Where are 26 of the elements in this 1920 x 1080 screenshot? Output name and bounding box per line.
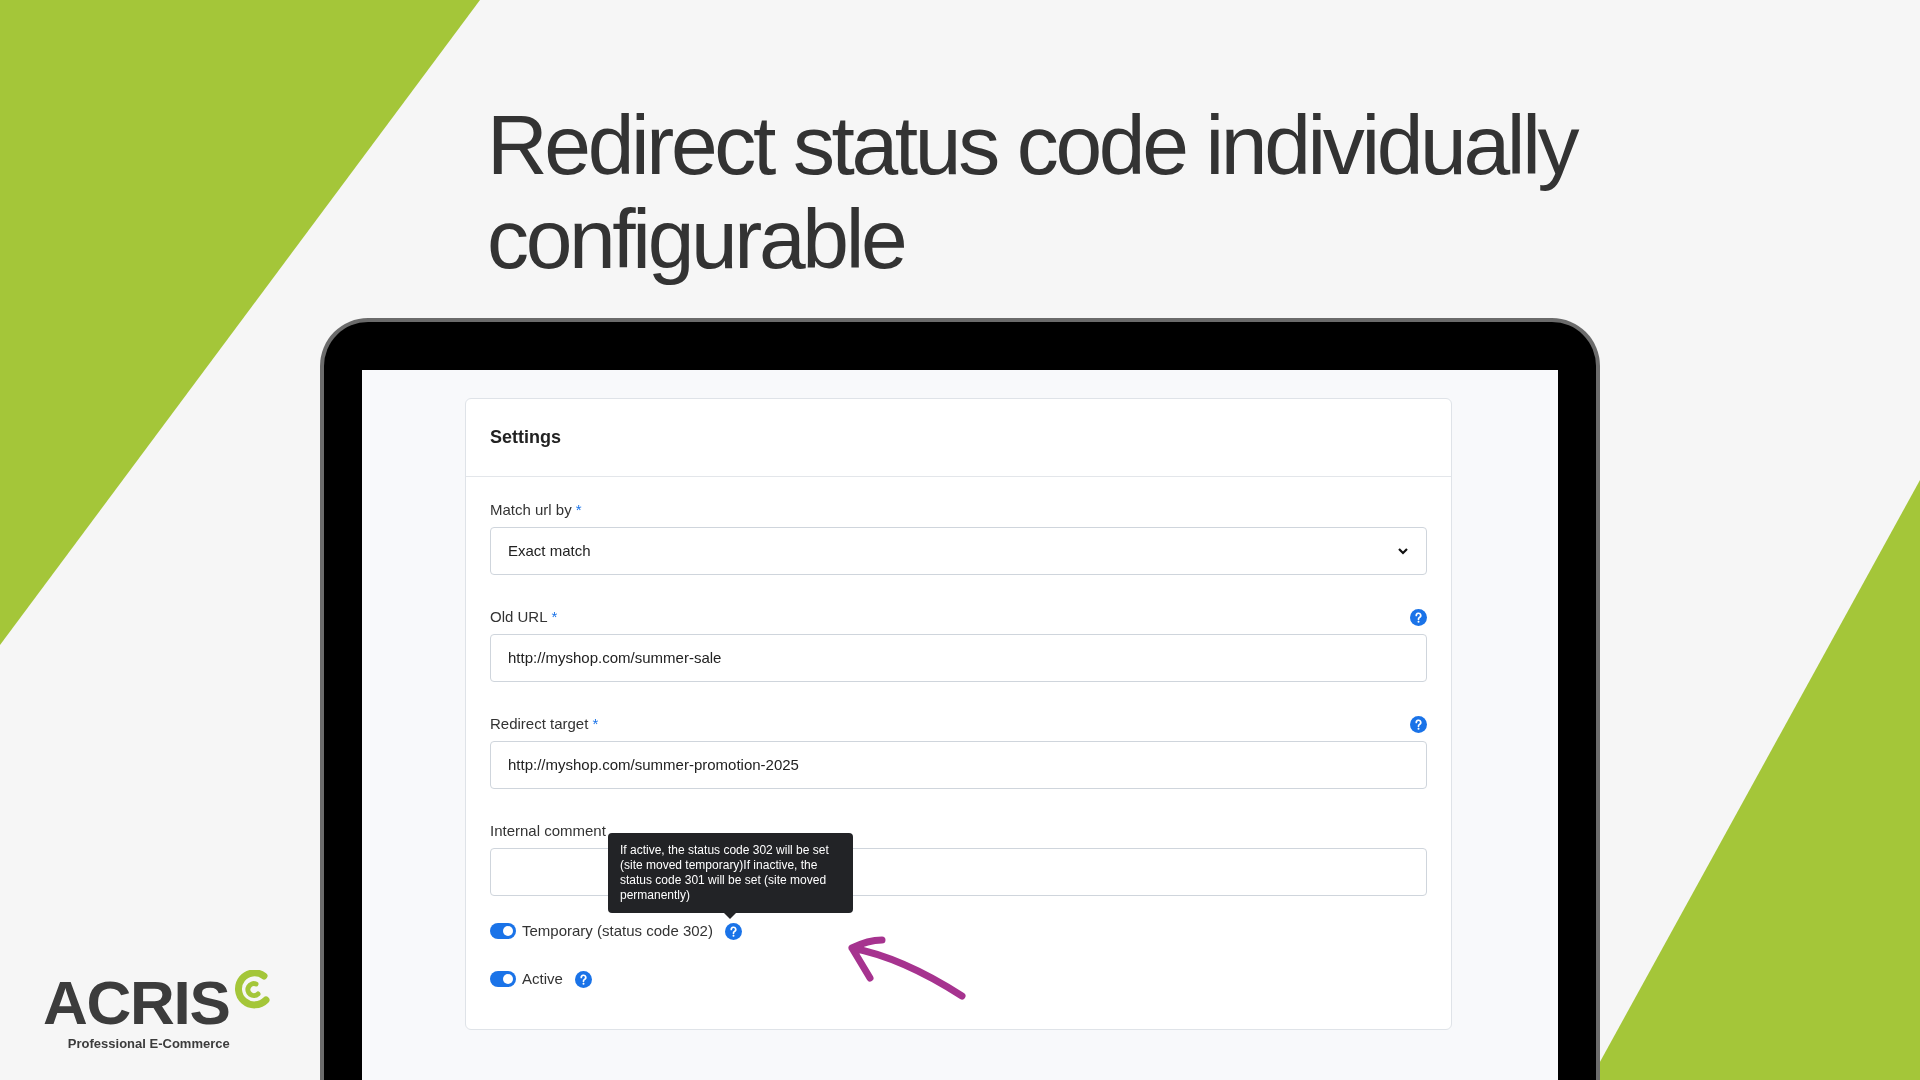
field-label: Match url by: [490, 499, 572, 520]
field-label: Old URL: [490, 606, 548, 627]
required-mark: *: [575, 499, 582, 520]
toggle-label: Temporary (status code 302): [522, 920, 713, 941]
chevron-down-icon: [1397, 547, 1409, 555]
help-icon[interactable]: [1410, 608, 1427, 626]
field-label: Redirect target: [490, 713, 589, 734]
tooltip: If active, the status code 302 will be set (site moved temporary)If inactive, the status code 301 will be set (site moved permanently): [608, 833, 853, 913]
help-icon[interactable]: [574, 970, 592, 988]
logo-wordmark: ACRIS: [43, 972, 230, 1034]
toggle-switch[interactable]: [490, 923, 516, 939]
field-label: Internal comment: [490, 820, 606, 841]
help-icon[interactable]: [724, 922, 742, 940]
card-title: Settings: [490, 426, 561, 449]
input-field[interactable]: http://myshop.com/summer-promotion-2025: [490, 741, 1427, 789]
required-mark: *: [551, 606, 558, 627]
required-mark: *: [592, 713, 599, 734]
help-icon[interactable]: [1410, 715, 1427, 733]
logo-tagline: Professional E-Commerce: [67, 1035, 230, 1053]
headline: Redirect status code individually configurable: [487, 98, 1578, 286]
input-field[interactable]: http://myshop.com/summer-sale: [490, 634, 1427, 682]
tooltip-pointer: [724, 913, 736, 919]
logo-icon: [233, 970, 270, 1010]
select-field[interactable]: Exact match: [490, 527, 1427, 575]
toggle-switch[interactable]: [490, 971, 516, 987]
toggle-label: Active: [522, 968, 563, 989]
